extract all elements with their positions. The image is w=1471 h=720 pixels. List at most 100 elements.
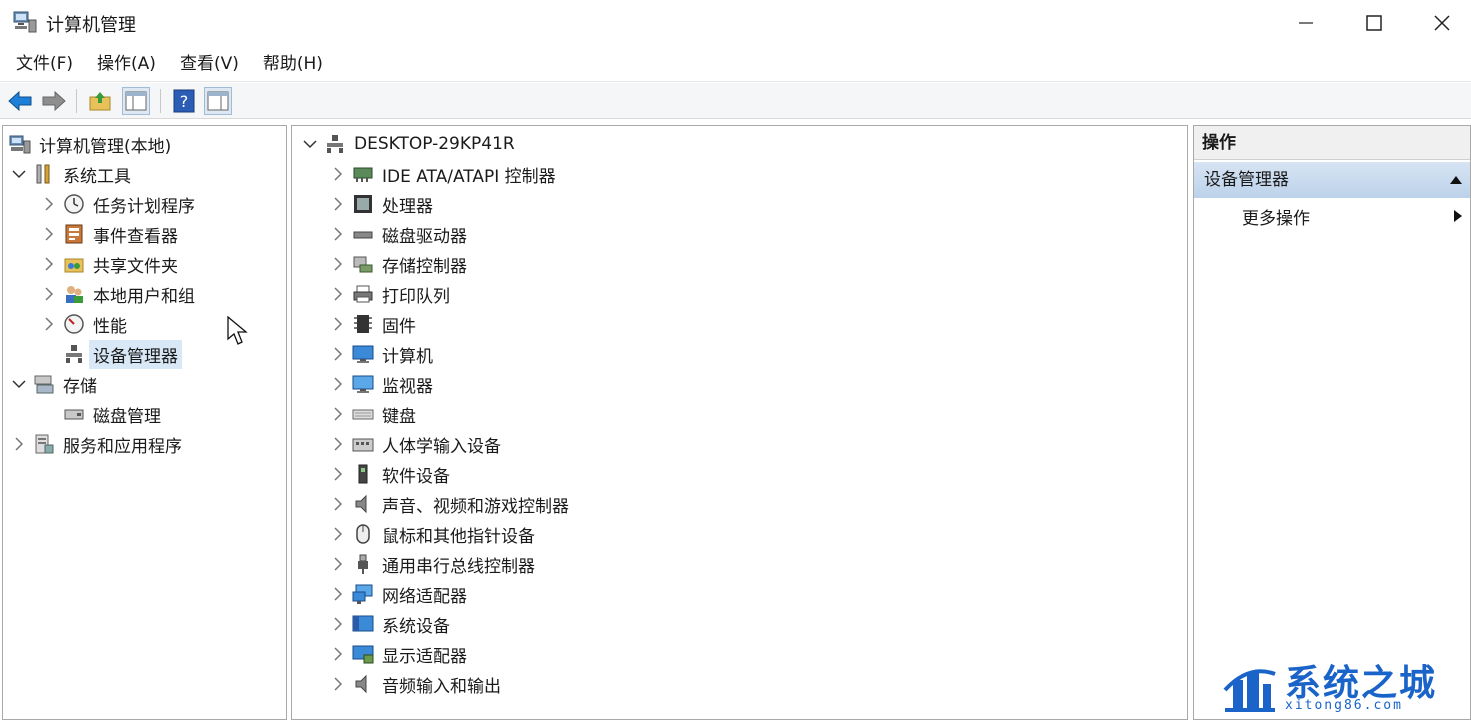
folder-up-icon <box>89 92 111 111</box>
submenu-arrow-icon[interactable] <box>1454 210 1462 222</box>
tree-item-performance[interactable]: 性能 <box>41 310 127 338</box>
device-category-label: 键盘 <box>382 406 416 427</box>
device-category[interactable]: 打印队列 <box>330 280 450 308</box>
chevron-right-icon[interactable] <box>41 196 57 212</box>
chevron-right-icon[interactable] <box>330 616 346 632</box>
computer-management-icon <box>13 11 37 33</box>
device-category[interactable]: 软件设备 <box>330 460 450 488</box>
gauge-icon <box>64 314 84 334</box>
device-category-label: 处理器 <box>382 196 433 217</box>
chevron-right-icon[interactable] <box>330 646 346 662</box>
monitor-icon <box>352 375 374 393</box>
device-category[interactable]: 固件 <box>330 310 416 338</box>
tree-item-task-scheduler[interactable]: 任务计划程序 <box>41 190 195 218</box>
chevron-down-icon[interactable] <box>11 166 27 182</box>
mouse-icon <box>356 524 370 544</box>
device-category[interactable]: 键盘 <box>330 400 416 428</box>
tools-icon <box>36 164 50 184</box>
chevron-right-icon[interactable] <box>330 586 346 602</box>
collapse-up-icon[interactable] <box>1450 176 1462 184</box>
chevron-right-icon[interactable] <box>330 166 346 182</box>
tree-item-shared-folders[interactable]: 共享文件夹 <box>41 250 178 278</box>
tree-services[interactable]: 服务和应用程序 <box>11 430 182 458</box>
device-category[interactable]: 声音、视频和游戏控制器 <box>330 490 569 518</box>
chevron-right-icon[interactable] <box>41 286 57 302</box>
device-category-label: 监视器 <box>382 376 433 397</box>
watermark-subtext: xitong86.com <box>1285 698 1403 713</box>
forward-button[interactable] <box>40 87 68 115</box>
device-category[interactable]: 系统设备 <box>330 610 450 638</box>
chevron-right-icon[interactable] <box>330 286 346 302</box>
tree-item-label: 共享文件夹 <box>93 256 178 277</box>
back-button[interactable] <box>6 87 34 115</box>
help-button[interactable]: ? <box>170 87 198 115</box>
device-category-label: 网络适配器 <box>382 586 467 607</box>
device-category-label: 系统设备 <box>382 616 450 637</box>
device-category[interactable]: 计算机 <box>330 340 433 368</box>
device-category[interactable]: 磁盘驱动器 <box>330 220 467 248</box>
device-category-label: IDE ATA/ATAPI 控制器 <box>382 166 556 187</box>
tree-storage[interactable]: 存储 <box>11 370 97 398</box>
device-tree-root[interactable]: DESKTOP-29KP41R <box>302 130 515 158</box>
chevron-right-icon[interactable] <box>330 676 346 692</box>
menu-help[interactable]: 帮助(H) <box>255 49 331 79</box>
device-category[interactable]: 监视器 <box>330 370 433 398</box>
computer-icon <box>352 345 374 363</box>
device-category[interactable]: 通用串行总线控制器 <box>330 550 535 578</box>
menu-view[interactable]: 查看(V) <box>172 49 247 79</box>
chevron-down-icon[interactable] <box>11 376 27 392</box>
close-button[interactable] <box>1408 0 1471 46</box>
device-category-label: 固件 <box>382 316 416 337</box>
tree-root[interactable]: 计算机管理(本地) <box>9 130 171 158</box>
show-hide-action-pane-button[interactable] <box>204 87 232 115</box>
device-category[interactable]: 人体学输入设备 <box>330 430 501 458</box>
chevron-right-icon[interactable] <box>330 346 346 362</box>
chevron-right-icon[interactable] <box>330 226 346 242</box>
maximize-button[interactable] <box>1340 0 1408 46</box>
up-folder-button[interactable] <box>86 87 114 115</box>
tree-item-label: 事件查看器 <box>93 226 178 247</box>
chevron-right-icon[interactable] <box>330 556 346 572</box>
device-category-label: 声音、视频和游戏控制器 <box>382 496 569 517</box>
chevron-right-icon[interactable] <box>41 316 57 332</box>
chevron-right-icon[interactable] <box>330 496 346 512</box>
keyboard-icon <box>352 409 374 420</box>
device-category[interactable]: 鼠标和其他指针设备 <box>330 520 535 548</box>
actions-section-device-manager[interactable]: 设备管理器 <box>1194 162 1470 198</box>
device-category[interactable]: 网络适配器 <box>330 580 467 608</box>
computer-node-icon <box>327 135 343 153</box>
chevron-down-icon[interactable] <box>302 136 318 152</box>
chevron-right-icon[interactable] <box>11 436 27 452</box>
tree-item-event-viewer[interactable]: 事件查看器 <box>41 220 178 248</box>
menu-bar: 文件(F) 操作(A) 查看(V) 帮助(H) <box>0 46 1471 82</box>
device-category[interactable]: IDE ATA/ATAPI 控制器 <box>330 160 556 188</box>
chevron-right-icon[interactable] <box>330 376 346 392</box>
more-actions-item[interactable]: 更多操作 <box>1242 204 1310 229</box>
device-category[interactable]: 显示适配器 <box>330 640 467 668</box>
chevron-right-icon[interactable] <box>41 226 57 242</box>
menu-file[interactable]: 文件(F) <box>8 49 81 79</box>
chevron-right-icon[interactable] <box>330 316 346 332</box>
tree-item-local-users-groups[interactable]: 本地用户和组 <box>41 280 195 308</box>
hid-icon <box>352 438 374 452</box>
chevron-right-icon[interactable] <box>330 406 346 422</box>
chevron-right-icon[interactable] <box>330 256 346 272</box>
show-hide-console-tree-button[interactable] <box>122 87 150 115</box>
menu-action[interactable]: 操作(A) <box>89 49 164 79</box>
tree-item-device-manager[interactable]: 设备管理器 <box>63 339 182 369</box>
toolbar-separator <box>160 89 161 113</box>
device-category[interactable]: 处理器 <box>330 190 433 218</box>
chevron-right-icon[interactable] <box>330 436 346 452</box>
device-category[interactable]: 音频输入和输出 <box>330 670 501 698</box>
chevron-right-icon[interactable] <box>41 256 57 272</box>
chevron-right-icon[interactable] <box>330 196 346 212</box>
tree-item-disk-management[interactable]: 磁盘管理 <box>63 400 161 428</box>
storage-controller-icon <box>353 256 373 273</box>
minimize-button[interactable] <box>1272 0 1340 46</box>
chevron-right-icon[interactable] <box>330 466 346 482</box>
device-category[interactable]: 存储控制器 <box>330 250 467 278</box>
tree-system-tools[interactable]: 系统工具 <box>11 160 131 188</box>
chevron-right-icon[interactable] <box>330 526 346 542</box>
system-device-icon <box>352 615 374 632</box>
tree-item-label: 性能 <box>93 316 127 337</box>
